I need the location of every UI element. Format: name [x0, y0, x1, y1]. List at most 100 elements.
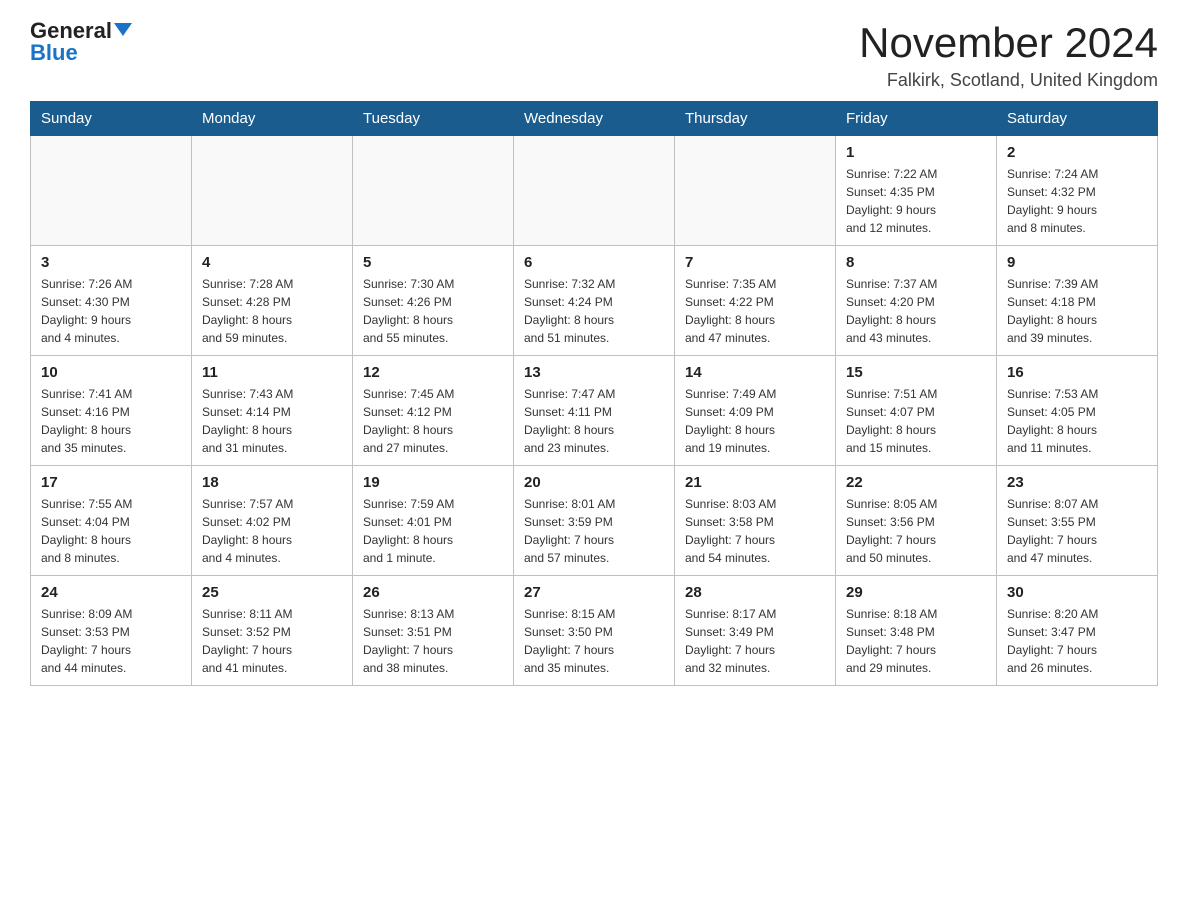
calendar-week-row: 10 Sunrise: 7:41 AMSunset: 4:16 PMDayligh…: [31, 356, 1158, 466]
day-number: 4: [202, 254, 342, 271]
day-info: Sunrise: 7:53 AMSunset: 4:05 PMDaylight:…: [1007, 385, 1147, 457]
calendar-cell: 13 Sunrise: 7:47 AMSunset: 4:11 PMDayligh…: [514, 356, 675, 466]
day-info: Sunrise: 8:05 AMSunset: 3:56 PMDaylight:…: [846, 495, 986, 567]
day-number: 29: [846, 584, 986, 601]
calendar-cell: 8Sunrise: 7:37 AMSunset: 4:20 PMDaylight…: [836, 246, 997, 356]
day-info: Sunrise: 7:49 AMSunset: 4:09 PMDaylight:…: [685, 385, 825, 457]
calendar-cell: [514, 136, 675, 246]
calendar-cell: 12Sunrise: 7:45 AMSunset: 4:12 PMDayligh…: [353, 356, 514, 466]
calendar-cell: [675, 136, 836, 246]
calendar-cell: 4 Sunrise: 7:28 AMSunset: 4:28 PMDaylight…: [192, 246, 353, 356]
day-number: 2: [1007, 144, 1147, 161]
day-info: Sunrise: 7:22 AMSunset: 4:35 PMDaylight:…: [846, 165, 986, 237]
day-number: 13: [524, 364, 664, 381]
day-number: 26: [363, 584, 503, 601]
day-number: 1: [846, 144, 986, 161]
day-info: Sunrise: 7:35 AMSunset: 4:22 PMDaylight:…: [685, 275, 825, 347]
calendar-cell: 23Sunrise: 8:07 AMSunset: 3:55 PMDayligh…: [997, 466, 1158, 576]
calendar-table: SundayMondayTuesdayWednesdayThursdayFrid…: [30, 101, 1158, 686]
day-info: Sunrise: 8:15 AMSunset: 3:50 PMDaylight:…: [524, 605, 664, 677]
title-block: November 2024 Falkirk, Scotland, United …: [859, 20, 1158, 91]
calendar-cell: [192, 136, 353, 246]
day-info: Sunrise: 8:09 AMSunset: 3:53 PMDaylight:…: [41, 605, 181, 677]
day-number: 19: [363, 474, 503, 491]
day-info: Sunrise: 8:17 AMSunset: 3:49 PMDaylight:…: [685, 605, 825, 677]
calendar-cell: 11 Sunrise: 7:43 AMSunset: 4:14 PMDayligh…: [192, 356, 353, 466]
calendar-cell: [31, 136, 192, 246]
calendar-week-row: 24Sunrise: 8:09 AMSunset: 3:53 PMDayligh…: [31, 576, 1158, 686]
day-number: 10: [41, 364, 181, 381]
calendar-cell: 15 Sunrise: 7:51 AMSunset: 4:07 PMDayligh…: [836, 356, 997, 466]
day-number: 6: [524, 254, 664, 271]
calendar-cell: 9 Sunrise: 7:39 AMSunset: 4:18 PMDaylight…: [997, 246, 1158, 356]
day-number: 15: [846, 364, 986, 381]
day-number: 20: [524, 474, 664, 491]
calendar-week-row: 1 Sunrise: 7:22 AMSunset: 4:35 PMDaylight…: [31, 136, 1158, 246]
page-header: General Blue November 2024 Falkirk, Scot…: [30, 20, 1158, 91]
day-number: 25: [202, 584, 342, 601]
calendar-cell: 6 Sunrise: 7:32 AMSunset: 4:24 PMDaylight…: [514, 246, 675, 356]
header-friday: Friday: [836, 102, 997, 136]
calendar-week-row: 17Sunrise: 7:55 AMSunset: 4:04 PMDayligh…: [31, 466, 1158, 576]
day-number: 11: [202, 364, 342, 381]
day-number: 9: [1007, 254, 1147, 271]
day-info: Sunrise: 7:55 AMSunset: 4:04 PMDaylight:…: [41, 495, 181, 567]
calendar-cell: 16 Sunrise: 7:53 AMSunset: 4:05 PMDayligh…: [997, 356, 1158, 466]
day-info: Sunrise: 7:32 AMSunset: 4:24 PMDaylight:…: [524, 275, 664, 347]
day-info: Sunrise: 7:26 AMSunset: 4:30 PMDaylight:…: [41, 275, 181, 347]
logo-blue-text: Blue: [30, 42, 78, 64]
header-wednesday: Wednesday: [514, 102, 675, 136]
logo-triangle-icon: [114, 23, 132, 36]
calendar-cell: 19 Sunrise: 7:59 AMSunset: 4:01 PMDayligh…: [353, 466, 514, 576]
day-info: Sunrise: 7:39 AMSunset: 4:18 PMDaylight:…: [1007, 275, 1147, 347]
calendar-cell: 22 Sunrise: 8:05 AMSunset: 3:56 PMDayligh…: [836, 466, 997, 576]
calendar-header-row: SundayMondayTuesdayWednesdayThursdayFrid…: [31, 102, 1158, 136]
day-info: Sunrise: 8:03 AMSunset: 3:58 PMDaylight:…: [685, 495, 825, 567]
day-info: Sunrise: 7:57 AMSunset: 4:02 PMDaylight:…: [202, 495, 342, 567]
day-info: Sunrise: 7:28 AMSunset: 4:28 PMDaylight:…: [202, 275, 342, 347]
header-thursday: Thursday: [675, 102, 836, 136]
day-info: Sunrise: 7:59 AMSunset: 4:01 PMDaylight:…: [363, 495, 503, 567]
calendar-cell: 2 Sunrise: 7:24 AMSunset: 4:32 PMDaylight…: [997, 136, 1158, 246]
day-info: Sunrise: 7:41 AMSunset: 4:16 PMDaylight:…: [41, 385, 181, 457]
logo-general-text: General: [30, 20, 112, 42]
location-text: Falkirk, Scotland, United Kingdom: [859, 70, 1158, 91]
day-number: 18: [202, 474, 342, 491]
calendar-cell: 21 Sunrise: 8:03 AMSunset: 3:58 PMDayligh…: [675, 466, 836, 576]
day-info: Sunrise: 7:43 AMSunset: 4:14 PMDaylight:…: [202, 385, 342, 457]
calendar-cell: 27 Sunrise: 8:15 AMSunset: 3:50 PMDayligh…: [514, 576, 675, 686]
day-number: 8: [846, 254, 986, 271]
calendar-cell: 30Sunrise: 8:20 AMSunset: 3:47 PMDayligh…: [997, 576, 1158, 686]
day-number: 30: [1007, 584, 1147, 601]
day-info: Sunrise: 7:47 AMSunset: 4:11 PMDaylight:…: [524, 385, 664, 457]
day-info: Sunrise: 7:51 AMSunset: 4:07 PMDaylight:…: [846, 385, 986, 457]
day-number: 28: [685, 584, 825, 601]
calendar-cell: 28 Sunrise: 8:17 AMSunset: 3:49 PMDayligh…: [675, 576, 836, 686]
day-number: 22: [846, 474, 986, 491]
day-number: 21: [685, 474, 825, 491]
day-number: 3: [41, 254, 181, 271]
day-info: Sunrise: 7:24 AMSunset: 4:32 PMDaylight:…: [1007, 165, 1147, 237]
day-info: Sunrise: 8:01 AMSunset: 3:59 PMDaylight:…: [524, 495, 664, 567]
calendar-cell: 14Sunrise: 7:49 AMSunset: 4:09 PMDayligh…: [675, 356, 836, 466]
calendar-cell: 20 Sunrise: 8:01 AMSunset: 3:59 PMDayligh…: [514, 466, 675, 576]
calendar-cell: 7 Sunrise: 7:35 AMSunset: 4:22 PMDaylight…: [675, 246, 836, 356]
header-monday: Monday: [192, 102, 353, 136]
calendar-cell: 10 Sunrise: 7:41 AMSunset: 4:16 PMDayligh…: [31, 356, 192, 466]
header-saturday: Saturday: [997, 102, 1158, 136]
day-info: Sunrise: 8:11 AMSunset: 3:52 PMDaylight:…: [202, 605, 342, 677]
calendar-cell: 17Sunrise: 7:55 AMSunset: 4:04 PMDayligh…: [31, 466, 192, 576]
day-number: 7: [685, 254, 825, 271]
header-tuesday: Tuesday: [353, 102, 514, 136]
day-info: Sunrise: 7:30 AMSunset: 4:26 PMDaylight:…: [363, 275, 503, 347]
header-sunday: Sunday: [31, 102, 192, 136]
calendar-cell: [353, 136, 514, 246]
calendar-cell: 24Sunrise: 8:09 AMSunset: 3:53 PMDayligh…: [31, 576, 192, 686]
day-number: 23: [1007, 474, 1147, 491]
day-number: 27: [524, 584, 664, 601]
calendar-cell: 3 Sunrise: 7:26 AMSunset: 4:30 PMDaylight…: [31, 246, 192, 356]
month-title: November 2024: [859, 20, 1158, 66]
calendar-cell: 1 Sunrise: 7:22 AMSunset: 4:35 PMDaylight…: [836, 136, 997, 246]
calendar-cell: 29Sunrise: 8:18 AMSunset: 3:48 PMDayligh…: [836, 576, 997, 686]
day-number: 16: [1007, 364, 1147, 381]
